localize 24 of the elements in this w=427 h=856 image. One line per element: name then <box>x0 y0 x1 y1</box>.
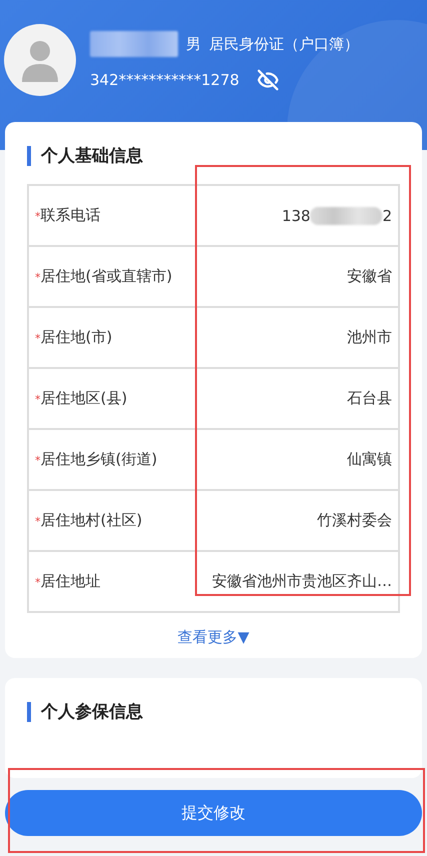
eye-off-icon[interactable] <box>257 69 280 91</box>
field-label: *居住地区(县) <box>35 389 128 408</box>
field-label: *居住地村(社区) <box>35 511 142 530</box>
field-value: 2 <box>382 206 392 224</box>
field-value: 安徽省 <box>347 267 392 286</box>
gender-text: 男 <box>186 34 201 54</box>
field-label: *居住地乡镇(街道) <box>35 450 158 469</box>
field-label: *联系电话 <box>35 206 100 225</box>
field-label: *居住地(市) <box>35 328 112 347</box>
submit-button[interactable]: 提交修改 <box>5 790 422 836</box>
field-value: 138 <box>282 206 310 224</box>
section-title: 个人基础信息 <box>27 146 400 166</box>
id-number-text: 342***********1278 <box>90 71 240 89</box>
field-label: *居住地(省或直辖市) <box>35 267 172 286</box>
person-icon <box>20 38 60 82</box>
field-value: 仙寓镇 <box>347 450 392 469</box>
field-value: 石台县 <box>347 389 392 408</box>
field-value: 竹溪村委会 <box>317 511 392 530</box>
field-value: 池州市 <box>347 328 392 347</box>
field-label: *居住地址 <box>35 572 100 591</box>
field-value: 安徽省池州市贵池区齐山… <box>212 572 392 591</box>
section-title: 个人参保信息 <box>27 702 400 722</box>
view-more-link[interactable]: 查看更多▼ <box>172 627 256 648</box>
id-type-text: 居民身份证（户口簿） <box>209 34 359 54</box>
